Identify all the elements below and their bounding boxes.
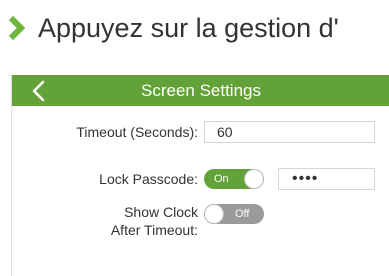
chevron-left-icon (32, 80, 45, 102)
show-clock-label-line2: After Timeout: (110, 222, 198, 238)
lock-passcode-toggle[interactable]: On (204, 169, 264, 189)
show-clock-label-line1: Show Clock (124, 204, 198, 220)
instruction-text: Appuyez sur la gestion d' (38, 12, 339, 43)
lock-passcode-label: Lock Passcode: (99, 171, 198, 187)
screen-settings-panel: Screen Settings Timeout (Seconds): 60 Lo… (11, 75, 389, 276)
passcode-dots: •••• (292, 170, 319, 187)
timeout-input[interactable]: 60 (204, 121, 375, 143)
instruction-line: Appuyez sur la gestion d' (6, 12, 339, 44)
toggle-state-label: Off (235, 208, 250, 220)
page-title: Screen Settings (140, 81, 261, 100)
back-button[interactable] (28, 79, 50, 103)
title-bar: Screen Settings (12, 75, 389, 106)
toggle-knob (244, 169, 264, 189)
chevron-right-icon (6, 12, 28, 44)
toggle-state-label: On (214, 173, 229, 185)
toggle-knob (204, 204, 224, 224)
passcode-input[interactable]: •••• (278, 168, 375, 190)
timeout-label: Timeout (Seconds): (76, 124, 198, 140)
show-clock-toggle[interactable]: Off (204, 204, 264, 224)
show-clock-label: Show Clock After Timeout: (32, 203, 198, 239)
